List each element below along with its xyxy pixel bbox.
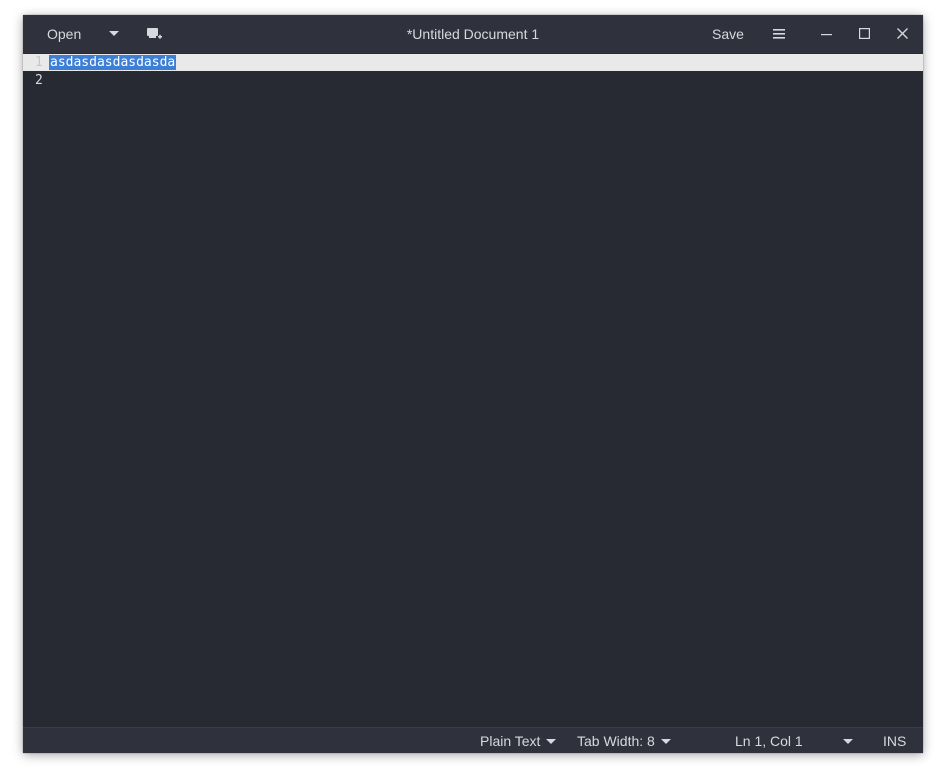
selected-text[interactable]: asdasdasdasdasda: [49, 55, 177, 70]
tab-width-label: Tab Width: 8: [577, 733, 655, 749]
hamburger-menu-icon: [773, 29, 785, 39]
cursor-position: Ln 1, Col 1: [735, 733, 803, 749]
open-dropdown-button[interactable]: [107, 15, 121, 53]
text-line[interactable]: asdasdasdasdasda: [49, 54, 177, 71]
chevron-down-icon: [660, 738, 671, 744]
maximize-icon: [859, 28, 871, 40]
language-selector[interactable]: Plain Text: [480, 728, 557, 753]
chevron-down-icon: [843, 738, 853, 744]
save-button[interactable]: Save: [712, 15, 746, 53]
window-title: *Untitled Document 1: [406, 26, 540, 42]
position-dropdown-button[interactable]: [843, 728, 855, 753]
chevron-down-icon: [546, 738, 557, 744]
minimize-icon: [821, 34, 832, 36]
gedit-window: Open *Untitled Document 1 Save 1 asdasda…: [23, 15, 923, 753]
minimize-button[interactable]: [819, 15, 835, 53]
line-number: 2: [35, 73, 43, 88]
language-label: Plain Text: [480, 733, 541, 749]
header-bar: Open *Untitled Document 1 Save: [23, 15, 923, 53]
new-document-button[interactable]: [145, 15, 165, 53]
insert-mode-indicator[interactable]: INS: [883, 728, 906, 753]
text-editor[interactable]: 1 asdasdasdasdasda 2: [23, 53, 923, 727]
new-document-icon: [147, 28, 162, 39]
maximize-button[interactable]: [857, 15, 873, 53]
close-button[interactable]: [895, 15, 911, 53]
line-number: 1: [35, 55, 43, 70]
tab-width-selector[interactable]: Tab Width: 8: [577, 728, 671, 753]
status-bar: Plain Text Tab Width: 8 Ln 1, Col 1 INS: [23, 727, 923, 753]
close-icon: [897, 28, 908, 39]
chevron-down-icon: [109, 31, 119, 36]
menu-button[interactable]: [771, 15, 787, 53]
open-button[interactable]: Open: [47, 15, 87, 53]
